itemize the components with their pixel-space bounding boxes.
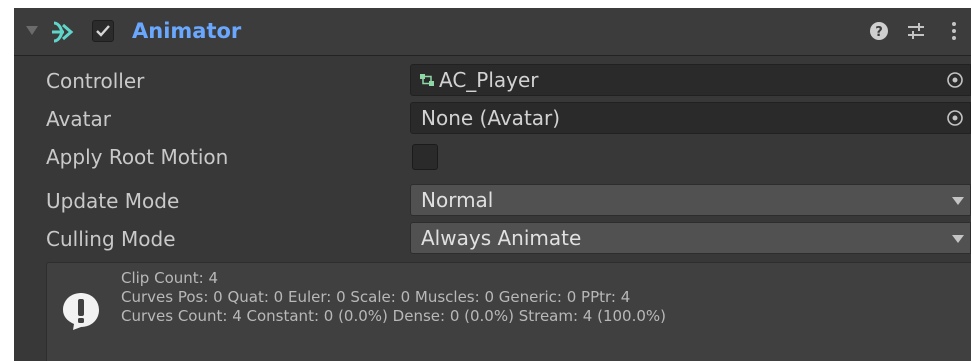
help-icon[interactable]: ? <box>868 18 892 44</box>
controller-value: AC_Player <box>439 68 539 92</box>
avatar-row: Avatar None (Avatar) <box>14 100 971 138</box>
info-helpbox: Clip Count: 4 Curves Pos: 0 Quat: 0 Eule… <box>46 262 971 361</box>
object-picker-icon[interactable] <box>946 71 964 89</box>
controller-label: Controller <box>46 69 145 93</box>
svg-text:?: ? <box>875 25 883 40</box>
dropdown-arrow-icon <box>952 235 964 243</box>
controller-field[interactable]: AC_Player <box>410 64 971 96</box>
avatar-field[interactable]: None (Avatar) <box>410 102 971 134</box>
component-title: Animator <box>132 19 242 43</box>
component-enabled-checkbox[interactable] <box>92 20 114 42</box>
apply-root-motion-row: Apply Root Motion <box>14 138 971 176</box>
foldout-arrow-icon[interactable] <box>26 26 38 35</box>
object-picker-icon[interactable] <box>946 109 964 127</box>
update-mode-dropdown[interactable]: Normal <box>410 184 971 216</box>
dropdown-arrow-icon <box>952 197 964 205</box>
presets-icon[interactable] <box>904 18 928 44</box>
avatar-label: Avatar <box>46 107 111 131</box>
apply-root-motion-checkbox[interactable] <box>412 144 438 170</box>
checkmark-icon <box>96 25 110 37</box>
apply-root-motion-label: Apply Root Motion <box>46 145 229 169</box>
update-mode-row: Update Mode Normal <box>14 182 971 220</box>
culling-mode-value: Always Animate <box>421 226 582 250</box>
avatar-value: None (Avatar) <box>421 106 561 130</box>
info-line-curves-count: Curves Count: 4 Constant: 0 (0.0%) Dense… <box>121 307 667 325</box>
update-mode-label: Update Mode <box>46 189 180 213</box>
update-mode-value: Normal <box>421 188 494 212</box>
info-line-curves-pos: Curves Pos: 0 Quat: 0 Euler: 0 Scale: 0 … <box>121 288 631 306</box>
animator-icon <box>52 21 74 43</box>
info-line-clip-count: Clip Count: 4 <box>121 269 219 287</box>
controller-row: Controller AC_Player <box>14 62 971 100</box>
animator-inspector-panel: Animator ? Controller AC_Player Avatar N… <box>14 8 971 361</box>
info-exclamation-icon <box>63 293 99 330</box>
more-options-icon[interactable] <box>942 18 966 44</box>
culling-mode-dropdown[interactable]: Always Animate <box>410 222 971 254</box>
component-header[interactable]: Animator ? <box>14 8 971 56</box>
culling-mode-row: Culling Mode Always Animate <box>14 220 971 258</box>
culling-mode-label: Culling Mode <box>46 227 176 251</box>
animator-controller-icon <box>420 74 434 86</box>
